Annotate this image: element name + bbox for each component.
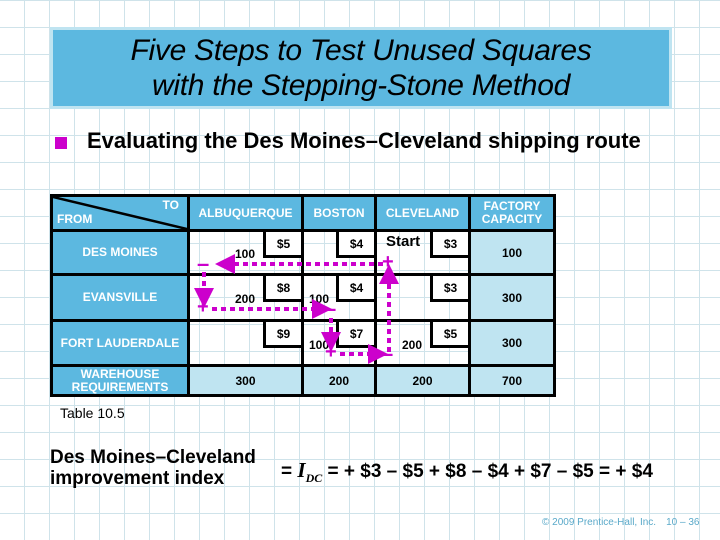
copyright: © 2009 Prentice-Hall, Inc. xyxy=(542,517,657,528)
bullet-square-icon xyxy=(55,137,67,149)
sign-evansville-albuquerque: + xyxy=(197,296,209,318)
capacity-des-moines: 100 xyxy=(471,232,553,273)
column-header-boston: BOSTON xyxy=(304,197,374,229)
qty-evansville-albuquerque: 200 xyxy=(235,292,256,306)
table-caption: Table 10.5 xyxy=(60,405,125,421)
qty-fort-lauderdale-cleveland: 200 xyxy=(402,338,423,352)
row-header-requirements: WAREHOUSE REQUIREMENTS xyxy=(53,367,187,394)
requirement-cleveland: 200 xyxy=(377,367,468,394)
sign-fort-lauderdale-cleveland: – xyxy=(381,341,394,366)
index-letter: I xyxy=(297,458,306,482)
cost-fort-lauderdale-cleveland: $5 xyxy=(430,322,468,348)
capacity-fort-lauderdale: 300 xyxy=(471,322,553,364)
cost-des-moines-boston: $4 xyxy=(336,232,374,258)
column-header-albuquerque: ALBUQUERQUE xyxy=(190,197,301,229)
sign-evansville-boston: – xyxy=(324,296,337,321)
requirement-albuquerque: 300 xyxy=(190,367,301,394)
start-label: Start xyxy=(386,233,421,250)
row-divider xyxy=(53,364,553,367)
qty-des-moines-albuquerque: 100 xyxy=(235,247,256,261)
formula-rhs: = + $3 – $5 + $8 – $4 + $7 – $5 = + $4 xyxy=(322,461,653,482)
sign-fort-lauderdale-boston: + xyxy=(325,341,337,363)
cost-evansville-cleveland: $3 xyxy=(430,276,468,302)
cost-fort-lauderdale-albuquerque: $9 xyxy=(263,322,301,348)
transportation-table: TO FROM ALBUQUERQUE BOSTON CLEVELAND FAC… xyxy=(50,194,556,397)
cost-des-moines-albuquerque: $5 xyxy=(263,232,301,258)
column-header-cleveland: CLEVELAND xyxy=(377,197,468,229)
sign-des-moines-albuquerque: – xyxy=(197,251,210,276)
title-line-2: with the Stepping-Stone Method xyxy=(152,69,570,102)
column-header-capacity: FACTORY CAPACITY xyxy=(471,197,553,229)
cost-evansville-albuquerque: $8 xyxy=(263,276,301,302)
improvement-index-formula: = IDC = + $3 – $5 + $8 – $4 + $7 – $5 = … xyxy=(281,458,653,486)
row-divider xyxy=(53,229,553,232)
index-symbol: IDC xyxy=(297,458,323,486)
improvement-index-label: Des Moines–Cleveland improvement index xyxy=(50,447,256,489)
footer: © 2009 Prentice-Hall, Inc. 10 – 36 xyxy=(542,517,699,528)
requirement-boston: 200 xyxy=(304,367,374,394)
corner-header: TO FROM xyxy=(53,197,187,229)
row-header-des-moines: DES MOINES xyxy=(53,232,187,273)
slide-title-box: Five Steps to Test Unused Squares with t… xyxy=(50,27,672,109)
corner-to-label: TO xyxy=(162,198,179,212)
formula-equals: = xyxy=(281,461,298,482)
row-header-evansville: EVANSVILLE xyxy=(53,276,187,319)
corner-from-label: FROM xyxy=(57,212,93,226)
improvement-index-label-line2: improvement index xyxy=(50,468,225,489)
improvement-index-label-line1: Des Moines–Cleveland xyxy=(50,447,256,468)
index-subscript: DC xyxy=(305,471,323,486)
slide-title: Five Steps to Test Unused Squares with t… xyxy=(53,30,669,106)
page-number: 10 – 36 xyxy=(666,517,700,528)
total-quantity: 700 xyxy=(471,367,553,394)
bullet-text: Evaluating the Des Moines–Cleveland ship… xyxy=(87,128,641,153)
row-divider xyxy=(53,273,553,276)
cost-evansville-boston: $4 xyxy=(336,276,374,302)
title-line-1: Five Steps to Test Unused Squares xyxy=(130,34,592,67)
sign-des-moines-cleveland: + xyxy=(382,251,394,273)
cost-fort-lauderdale-boston: $7 xyxy=(336,322,374,348)
row-divider xyxy=(53,319,553,322)
bullet-point: Evaluating the Des Moines–Cleveland ship… xyxy=(55,128,675,154)
row-header-fort-lauderdale: FORT LAUDERDALE xyxy=(53,322,187,364)
capacity-evansville: 300 xyxy=(471,276,553,319)
cost-des-moines-cleveland: $3 xyxy=(430,232,468,258)
